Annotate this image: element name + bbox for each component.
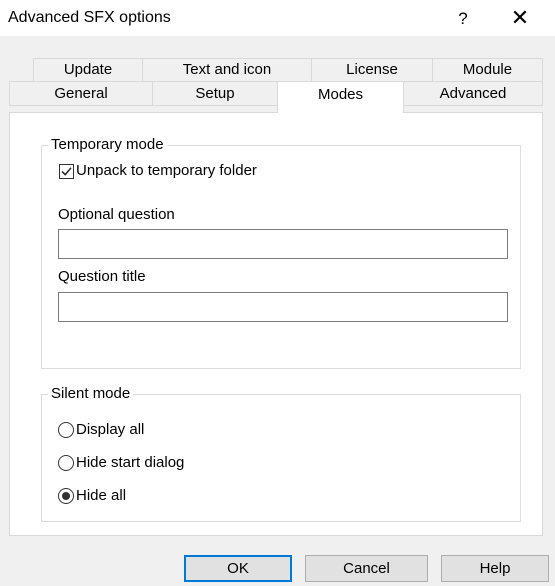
tab-label: Module bbox=[462, 61, 513, 78]
tab-label: Advanced bbox=[439, 85, 507, 102]
hide-start-dialog-label[interactable]: Hide start dialog bbox=[76, 454, 184, 472]
close-icon[interactable]: ✕ bbox=[498, 4, 542, 32]
tab-text-and-icon[interactable]: Text and icon bbox=[142, 58, 312, 82]
optional-question-label: Optional question bbox=[58, 206, 175, 223]
silent-mode-group: Silent mode Display all Hide start dialo… bbox=[41, 385, 521, 522]
title-bar: Advanced SFX options ? ✕ bbox=[0, 0, 555, 36]
display-all-label[interactable]: Display all bbox=[76, 421, 144, 439]
tab-general[interactable]: General bbox=[9, 81, 153, 106]
tab-label: General bbox=[54, 85, 108, 102]
unpack-to-temp-checkbox[interactable] bbox=[59, 164, 74, 179]
tab-license[interactable]: License bbox=[311, 58, 433, 82]
temporary-mode-label: Temporary mode bbox=[48, 136, 167, 154]
hide-all-radio[interactable] bbox=[58, 488, 74, 504]
window-title: Advanced SFX options bbox=[8, 9, 171, 26]
hide-start-dialog-radio[interactable] bbox=[58, 455, 74, 471]
question-title-input[interactable] bbox=[58, 292, 508, 322]
help-button[interactable]: Help bbox=[441, 555, 549, 582]
unpack-to-temp-label[interactable]: Unpack to temporary folder bbox=[76, 162, 257, 180]
modes-tab-panel: Temporary mode Unpack to temporary folde… bbox=[9, 112, 543, 536]
tab-label: Update bbox=[63, 61, 113, 78]
tab-label: Modes bbox=[317, 86, 364, 103]
tab-module[interactable]: Module bbox=[432, 58, 543, 82]
checkmark-icon bbox=[61, 167, 72, 176]
tab-advanced[interactable]: Advanced bbox=[403, 81, 543, 106]
tab-update[interactable]: Update bbox=[33, 58, 143, 82]
tab-label: License bbox=[346, 61, 398, 78]
optional-question-input[interactable] bbox=[58, 229, 508, 259]
cancel-button[interactable]: Cancel bbox=[305, 555, 428, 582]
dialog-client-area: Update Text and icon License Module Gene… bbox=[0, 36, 555, 586]
tab-label: Text and icon bbox=[182, 61, 272, 78]
ok-button[interactable]: OK bbox=[184, 555, 292, 582]
tab-modes[interactable]: Modes bbox=[277, 81, 404, 113]
question-title-label: Question title bbox=[58, 268, 146, 285]
silent-mode-label: Silent mode bbox=[48, 385, 134, 403]
hide-all-label[interactable]: Hide all bbox=[76, 487, 126, 505]
temporary-mode-group: Temporary mode Unpack to temporary folde… bbox=[41, 136, 521, 369]
tab-setup[interactable]: Setup bbox=[152, 81, 278, 106]
display-all-radio[interactable] bbox=[58, 422, 74, 438]
tab-label: Setup bbox=[195, 85, 235, 102]
help-icon[interactable]: ? bbox=[448, 6, 478, 32]
